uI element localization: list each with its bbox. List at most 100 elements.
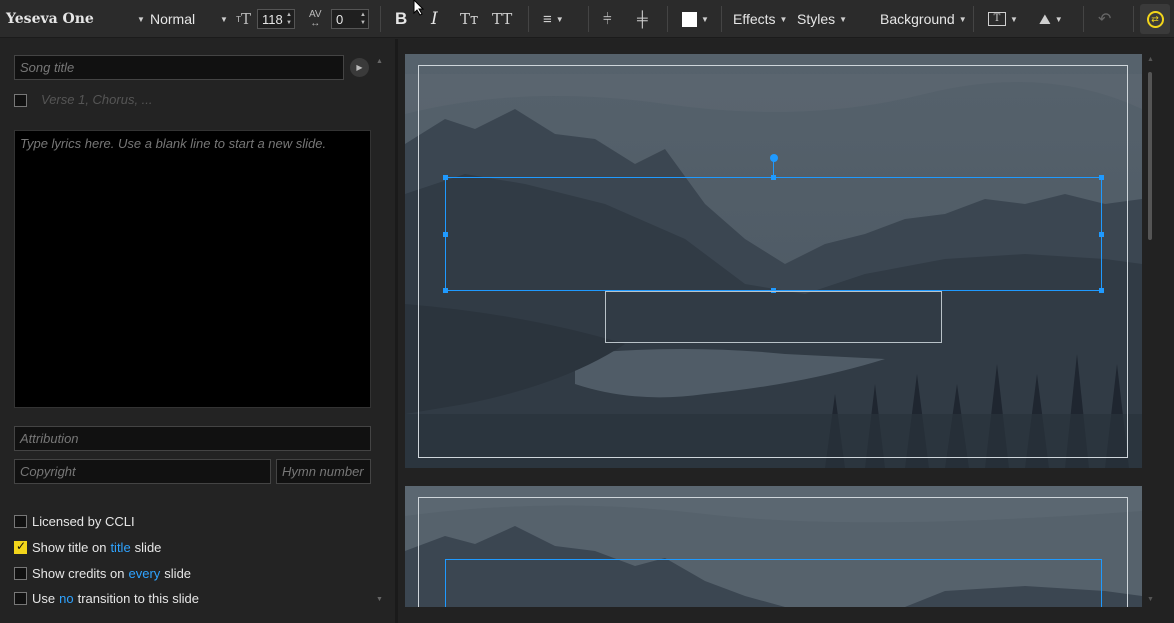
show-credits-option[interactable]: Show credits on every slide xyxy=(14,565,191,581)
play-icon: ▶ xyxy=(356,63,363,72)
hymn-number-input[interactable]: Hymn number xyxy=(276,459,371,484)
resize-handle[interactable] xyxy=(443,175,448,180)
section-checkbox[interactable] xyxy=(14,94,27,107)
mouse-cursor-icon xyxy=(413,0,425,16)
font-weight-dropdown[interactable]: Normal ▼ xyxy=(150,0,228,38)
italic-button[interactable]: I xyxy=(431,0,438,38)
stepper-arrows-icon[interactable]: ▲ ▼ xyxy=(360,11,366,27)
toolbar-divider xyxy=(528,6,529,32)
canvas-scrollbar[interactable] xyxy=(1148,72,1152,240)
rotate-handle[interactable] xyxy=(770,154,778,162)
toolbar-divider xyxy=(1083,6,1084,32)
background-label: Background xyxy=(880,11,955,27)
font-family-value: Yeseva One xyxy=(6,11,94,27)
licensed-ccli-checkbox[interactable] xyxy=(14,514,27,528)
effects-dropdown[interactable]: Effects ▼ xyxy=(733,0,787,38)
stepper-arrows-icon[interactable]: ▲ ▼ xyxy=(286,11,292,27)
undo-button[interactable]: ↶ xyxy=(1098,0,1111,38)
font-size-value: 118 xyxy=(262,11,283,27)
show-title-link[interactable]: title xyxy=(110,540,130,555)
italic-label: I xyxy=(431,9,438,29)
show-credits-checkbox[interactable] xyxy=(14,566,27,580)
show-credits-suffix: slide xyxy=(164,565,192,581)
title-text-box[interactable] xyxy=(445,559,1102,607)
show-title-checkbox[interactable] xyxy=(14,539,27,554)
chevron-down-icon: ▼ xyxy=(220,14,228,24)
toolbar-divider xyxy=(721,6,722,32)
show-title-suffix: slide xyxy=(134,539,162,555)
chevron-down-icon: ▼ xyxy=(1010,14,1018,24)
transition-link[interactable]: no xyxy=(59,591,73,606)
transition-checkbox[interactable] xyxy=(14,591,27,605)
attribution-input[interactable]: Attribution xyxy=(14,426,371,451)
scroll-down-arrow-icon[interactable]: ▼ xyxy=(1147,596,1154,603)
scroll-up-arrow-icon[interactable]: ▲ xyxy=(1147,56,1154,63)
letter-spacing-icon: AV ↔ xyxy=(309,9,322,29)
align-vertical-icon: ╪ xyxy=(637,10,648,28)
section-label-placeholder[interactable]: Verse 1, Chorus, ... xyxy=(41,92,153,107)
subtitle-text-box[interactable] xyxy=(605,291,942,343)
toolbar-divider xyxy=(1133,6,1134,32)
lyrics-textarea[interactable]: Type lyrics here. Use a blank line to st… xyxy=(14,130,371,408)
font-family-dropdown[interactable]: Yeseva One ▼ xyxy=(6,0,145,38)
image-dropdown[interactable]: ⛰ ▼ xyxy=(1039,0,1063,38)
text-box-icon: T xyxy=(988,12,1006,26)
text-color-dropdown[interactable]: ▼ xyxy=(682,0,709,38)
font-size-input[interactable]: 118 ▲ ▼ xyxy=(257,9,295,29)
title-text-box-selected[interactable] xyxy=(443,154,1104,293)
chevron-down-icon: ▼ xyxy=(1054,14,1063,24)
song-title-placeholder: Song title xyxy=(20,60,75,75)
small-caps-button[interactable]: Tт xyxy=(460,0,478,38)
font-weight-value: Normal xyxy=(150,11,196,27)
text-box-dropdown[interactable]: T ▼ xyxy=(988,0,1018,38)
align-vertical-button[interactable]: ╪ xyxy=(637,0,648,38)
licensed-ccli-option[interactable]: Licensed by CCLI xyxy=(14,513,135,529)
styles-dropdown[interactable]: Styles ▼ xyxy=(797,0,847,38)
copyright-input[interactable]: Copyright xyxy=(14,459,271,484)
background-dropdown[interactable]: Background ▼ xyxy=(880,0,967,38)
resize-handle[interactable] xyxy=(443,232,448,237)
styles-label: Styles xyxy=(797,11,836,27)
toolbar-divider xyxy=(380,6,381,32)
show-title-prefix: Show title on xyxy=(32,539,107,555)
align-horizontal-icon: ⫩ xyxy=(603,10,612,28)
resize-handle[interactable] xyxy=(443,288,448,293)
text-align-dropdown[interactable]: ≡ ▼ xyxy=(543,0,564,38)
align-horizontal-button[interactable]: ⫩ xyxy=(603,0,612,38)
show-title-option[interactable]: Show title on title slide xyxy=(14,539,161,555)
slide-2[interactable] xyxy=(405,486,1142,607)
small-caps-label: Tт xyxy=(460,10,479,28)
resize-handle[interactable] xyxy=(1099,288,1104,293)
scroll-up-arrow-icon[interactable]: ▲ xyxy=(376,58,383,65)
lyrics-placeholder: Type lyrics here. Use a blank line to st… xyxy=(20,136,327,151)
live-preview-toggle[interactable]: ⇄ xyxy=(1140,4,1170,34)
scroll-down-arrow-icon[interactable]: ▼ xyxy=(376,596,383,603)
transition-prefix: Use xyxy=(32,590,56,606)
chevron-down-icon: ▼ xyxy=(779,14,788,24)
bold-button[interactable]: B xyxy=(395,0,407,38)
slide-1[interactable] xyxy=(405,54,1142,468)
resize-handle[interactable] xyxy=(1099,232,1104,237)
song-title-input[interactable]: Song title xyxy=(14,55,344,80)
chevron-down-icon: ▼ xyxy=(958,14,967,24)
font-size-icon: ᴛT xyxy=(236,10,252,28)
toolbar: Yeseva One ▼ Normal ▼ ᴛT 118 ▲ ▼ AV ↔ 0 ▲ ▼… xyxy=(0,0,1174,38)
sync-icon: ⇄ xyxy=(1146,10,1164,28)
effects-label: Effects xyxy=(733,11,776,27)
align-center-icon: ≡ xyxy=(543,10,552,28)
play-button[interactable]: ▶ xyxy=(350,58,369,77)
toolbar-divider xyxy=(667,6,668,32)
transition-option[interactable]: Use no transition to this slide xyxy=(14,590,199,606)
toolbar-divider xyxy=(588,6,589,32)
letter-spacing-value: 0 xyxy=(336,11,344,27)
mountain-image-icon: ⛰ xyxy=(1039,10,1051,27)
chevron-down-icon: ▼ xyxy=(701,14,709,24)
all-caps-label: TT xyxy=(492,10,513,28)
letter-spacing-input[interactable]: 0 ▲ ▼ xyxy=(331,9,369,29)
toolbar-divider xyxy=(973,6,974,32)
resize-handle[interactable] xyxy=(1099,175,1104,180)
all-caps-button[interactable]: TT xyxy=(492,0,512,38)
show-credits-prefix: Show credits on xyxy=(32,565,125,581)
show-credits-link[interactable]: every xyxy=(129,566,161,581)
copyright-placeholder: Copyright xyxy=(20,464,76,479)
